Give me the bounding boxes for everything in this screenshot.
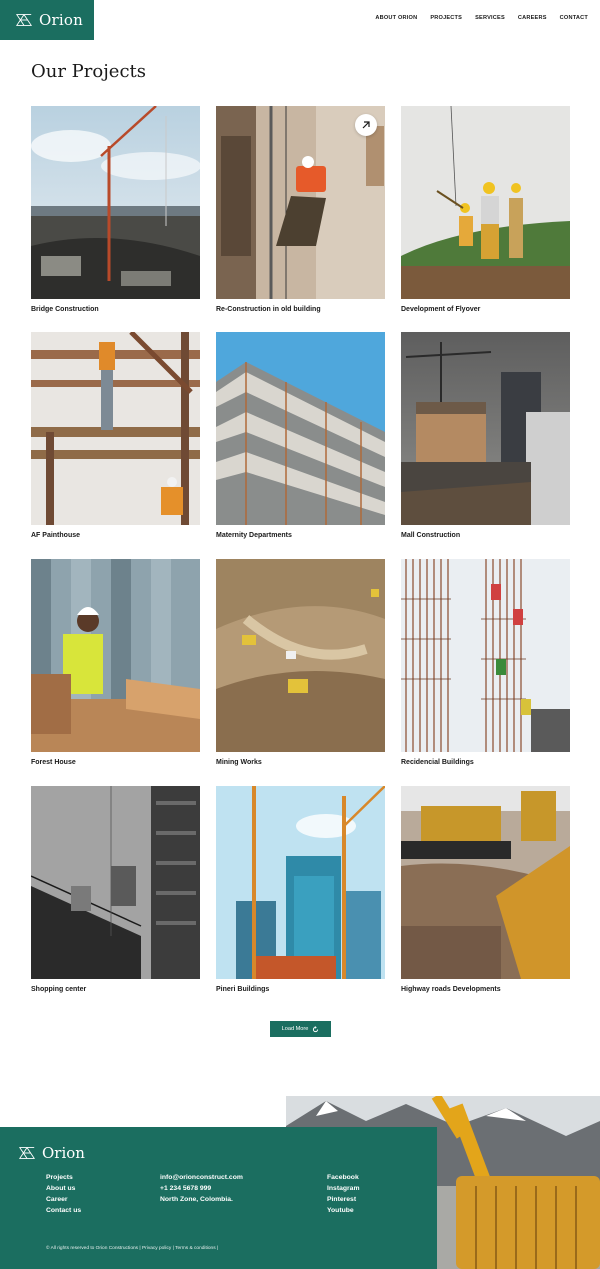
- open-project-button[interactable]: [355, 114, 377, 136]
- social-youtube[interactable]: Youtube: [327, 1207, 359, 1215]
- refresh-icon: [313, 1025, 319, 1032]
- footer-links: Projects About us Career Contact us: [46, 1174, 81, 1215]
- site-footer: Orion Projects About us Career Contact u…: [0, 1127, 437, 1269]
- project-title: Re-Construction in old building: [216, 306, 321, 313]
- load-more-label: Load More: [281, 1026, 309, 1032]
- project-image: [216, 106, 385, 299]
- project-card[interactable]: Recidencial Buildings: [401, 559, 570, 766]
- project-card[interactable]: Bridge Construction: [31, 106, 200, 313]
- nav-careers[interactable]: CAREERS: [518, 15, 547, 21]
- project-title: Bridge Construction: [31, 306, 99, 313]
- project-image: [216, 332, 385, 525]
- nav-projects[interactable]: PROJECTS: [430, 15, 462, 21]
- project-image: [31, 786, 200, 979]
- main-nav: ABOUT ORION PROJECTS SERVICES CAREERS CO…: [375, 15, 588, 21]
- arrow-up-right-icon: [362, 121, 370, 129]
- project-card[interactable]: Re-Construction in old building: [216, 106, 385, 313]
- project-title: AF Painthouse: [31, 532, 81, 539]
- project-title: Pineri Buildings: [216, 986, 270, 993]
- project-image: [401, 332, 570, 525]
- footer-contact: info@orionconstruct.com +1 234 5678 999 …: [160, 1174, 243, 1204]
- footer-link-career[interactable]: Career: [46, 1196, 81, 1204]
- project-title: Maternity Departments: [216, 532, 292, 539]
- copyright-text: © All rights reserved to Orion Construct…: [46, 1246, 219, 1251]
- project-card[interactable]: Mining Works: [216, 559, 385, 766]
- nav-about-orion[interactable]: ABOUT ORION: [375, 15, 417, 21]
- social-pinterest[interactable]: Pinterest: [327, 1196, 359, 1204]
- project-title: Shopping center: [31, 986, 87, 993]
- project-image: [401, 106, 570, 299]
- project-title: Mining Works: [216, 759, 262, 766]
- footer-address: North Zone, Colombia.: [160, 1196, 233, 1203]
- project-title: Forest House: [31, 759, 76, 766]
- project-title: Recidencial Buildings: [401, 759, 474, 766]
- project-image: [401, 786, 570, 979]
- orion-logo-icon: [15, 14, 33, 26]
- page-title: Our Projects: [31, 61, 147, 82]
- project-card[interactable]: Forest House: [31, 559, 200, 766]
- footer-phone[interactable]: +1 234 5678 999: [160, 1185, 243, 1193]
- project-image: [216, 559, 385, 752]
- brand-logo[interactable]: Orion: [0, 0, 94, 40]
- project-title: Mall Construction: [401, 532, 461, 539]
- social-facebook[interactable]: Facebook: [327, 1174, 359, 1182]
- nav-services[interactable]: SERVICES: [475, 15, 505, 21]
- project-image: [401, 559, 570, 752]
- footer-brand-name: Orion: [42, 1144, 85, 1162]
- footer-link-about-us[interactable]: About us: [46, 1185, 81, 1193]
- project-card[interactable]: Shopping center: [31, 786, 200, 993]
- project-card[interactable]: Development of Flyover: [401, 106, 570, 313]
- project-card[interactable]: Maternity Departments: [216, 332, 385, 539]
- project-image: [31, 332, 200, 525]
- project-image: [216, 786, 385, 979]
- footer-logo[interactable]: Orion: [18, 1144, 85, 1162]
- project-image: [31, 106, 200, 299]
- footer-social: Facebook Instagram Pinterest Youtube: [327, 1174, 359, 1215]
- footer-link-projects[interactable]: Projects: [46, 1174, 81, 1182]
- brand-name: Orion: [39, 11, 83, 29]
- project-title: Highway roads Developments: [401, 986, 501, 993]
- project-image: [31, 559, 200, 752]
- project-card[interactable]: Pineri Buildings: [216, 786, 385, 993]
- footer-link-contact-us[interactable]: Contact us: [46, 1207, 81, 1215]
- nav-contact[interactable]: CONTACT: [560, 15, 588, 21]
- project-card[interactable]: Highway roads Developments: [401, 786, 570, 993]
- footer-email[interactable]: info@orionconstruct.com: [160, 1174, 243, 1182]
- social-instagram[interactable]: Instagram: [327, 1185, 359, 1193]
- orion-logo-icon: [18, 1147, 36, 1159]
- project-title: Development of Flyover: [401, 306, 481, 313]
- load-more-button[interactable]: Load More: [270, 1021, 331, 1037]
- project-card[interactable]: AF Painthouse: [31, 332, 200, 539]
- project-card[interactable]: Mall Construction: [401, 332, 570, 539]
